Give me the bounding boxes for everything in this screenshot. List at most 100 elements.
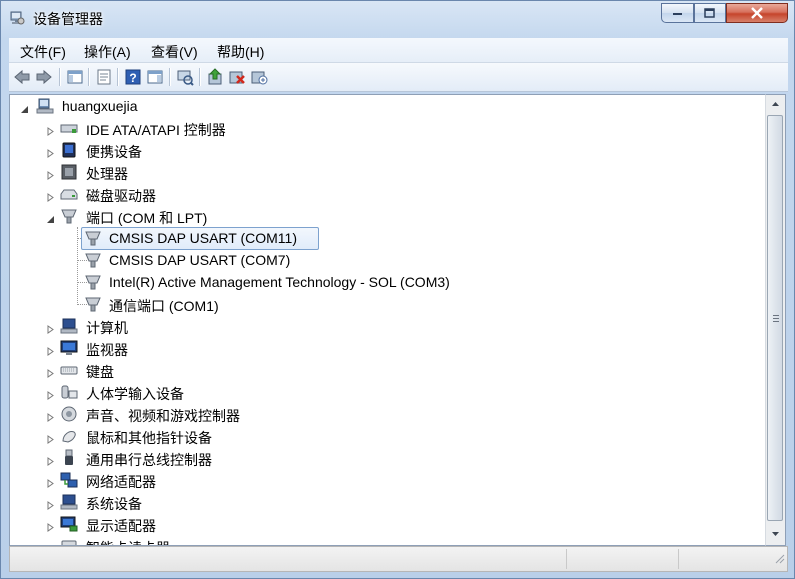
category-smartcard-readers[interactable]: 智能卡读卡器	[10, 535, 750, 545]
update-driver-icon[interactable]	[206, 68, 224, 86]
computer-icon	[60, 317, 78, 335]
expand-arrow-icon[interactable]	[46, 409, 55, 422]
category-system-devices[interactable]: 系统设备	[10, 491, 750, 513]
category-sound-video-game[interactable]: 声音、视频和游戏控制器	[10, 403, 750, 425]
scroll-up-icon	[772, 102, 779, 106]
minimize-icon	[672, 13, 682, 15]
expand-arrow-icon[interactable]	[46, 497, 55, 510]
menu-action[interactable]: 操作(A)	[82, 41, 133, 63]
hid-icon	[60, 383, 78, 401]
menu-bar: 文件(F) 操作(A) 查看(V) 帮助(H)	[9, 38, 788, 63]
close-icon	[751, 7, 763, 19]
menu-view[interactable]: 查看(V)	[149, 41, 200, 63]
close-button[interactable]	[726, 3, 788, 23]
back-arrow-icon[interactable]	[13, 68, 31, 86]
category-label: 计算机	[86, 320, 128, 336]
category-monitors[interactable]: 监视器	[10, 337, 750, 359]
category-label: 键盘	[86, 364, 114, 380]
port-device-icon	[84, 295, 102, 313]
menu-help[interactable]: 帮助(H)	[215, 41, 266, 63]
device-manager-icon	[9, 10, 25, 26]
device-intel-amt-sol-com3[interactable]: Intel(R) Active Management Technology - …	[10, 271, 750, 293]
smartcard-icon	[60, 537, 78, 545]
device-manager-window: 设备管理器 文件(F) 操作(A) 查看(V) 帮助(H) ? huangxue…	[0, 0, 795, 579]
category-keyboards[interactable]: 键盘	[10, 359, 750, 381]
minimize-button[interactable]	[661, 3, 694, 23]
expand-arrow-icon[interactable]	[46, 453, 55, 466]
expand-arrow-icon[interactable]	[46, 519, 55, 532]
uninstall-icon[interactable]	[228, 68, 246, 86]
category-label: 人体学输入设备	[86, 386, 184, 402]
category-label: 便携设备	[86, 144, 142, 160]
vertical-scrollbar[interactable]	[765, 94, 786, 546]
expand-arrow-icon[interactable]	[46, 365, 55, 378]
status-bar	[9, 546, 788, 572]
device-tree[interactable]: huangxuejia IDE ATA/ATAPI 控制器 便携设备 处理器 磁…	[9, 94, 766, 546]
properties-icon[interactable]	[95, 68, 113, 86]
category-processors[interactable]: 处理器	[10, 161, 750, 183]
category-disk-drives[interactable]: 磁盘驱动器	[10, 183, 750, 205]
device-cmsis-dap-com7[interactable]: CMSIS DAP USART (COM7)	[10, 249, 750, 271]
expand-arrow-icon[interactable]	[46, 343, 55, 356]
svg-text:?: ?	[129, 71, 136, 85]
category-mice-pointing[interactable]: 鼠标和其他指针设备	[10, 425, 750, 447]
usb-icon	[60, 449, 78, 467]
category-label: 网络适配器	[86, 474, 156, 490]
scroll-thumb[interactable]	[767, 115, 783, 521]
expand-arrow-icon[interactable]	[46, 167, 55, 180]
enable-device-icon[interactable]	[250, 68, 268, 86]
menu-file[interactable]: 文件(F)	[18, 41, 68, 63]
scroll-down-icon	[772, 532, 779, 536]
network-icon	[60, 471, 78, 489]
collapse-arrow-icon[interactable]	[46, 211, 55, 223]
device-cmsis-dap-com11[interactable]: CMSIS DAP USART (COM11)	[10, 227, 750, 249]
category-ide-ata-atapi[interactable]: IDE ATA/ATAPI 控制器	[10, 117, 750, 139]
resize-grip-icon[interactable]	[773, 551, 785, 569]
category-label: 通用串行总线控制器	[86, 452, 212, 468]
expand-arrow-icon[interactable]	[46, 475, 55, 488]
expand-arrow-icon[interactable]	[46, 189, 55, 202]
category-usb-controllers[interactable]: 通用串行总线控制器	[10, 447, 750, 469]
device-label: 通信端口 (COM1)	[109, 298, 219, 314]
category-label: 智能卡读卡器	[86, 538, 170, 545]
processor-icon	[60, 163, 78, 181]
category-portable-devices[interactable]: 便携设备	[10, 139, 750, 161]
category-display-adapters[interactable]: 显示适配器	[10, 513, 750, 535]
expand-arrow-icon[interactable]	[46, 431, 55, 444]
category-human-interface-devices[interactable]: 人体学输入设备	[10, 381, 750, 403]
computer-root-icon	[36, 97, 54, 115]
expand-arrow-icon[interactable]	[46, 145, 55, 158]
device-label: CMSIS DAP USART (COM11)	[109, 230, 298, 246]
show-hide-console-tree-icon[interactable]	[66, 68, 84, 86]
title-bar[interactable]: 设备管理器	[1, 1, 794, 35]
mouse-icon	[60, 427, 78, 445]
expand-arrow-icon[interactable]	[46, 321, 55, 334]
help-icon[interactable]: ?	[124, 68, 142, 86]
category-label: 显示适配器	[86, 518, 156, 534]
device-label: CMSIS DAP USART (COM7)	[109, 252, 291, 268]
port-device-icon	[84, 229, 102, 247]
monitor-icon	[60, 339, 78, 357]
forward-arrow-icon[interactable]	[35, 68, 53, 86]
device-comm-port-com1[interactable]: 通信端口 (COM1)	[10, 293, 750, 315]
category-label: IDE ATA/ATAPI 控制器	[86, 122, 226, 138]
sound-icon	[60, 405, 78, 423]
scroll-up-button[interactable]	[767, 96, 784, 113]
action-pane-icon[interactable]	[146, 68, 164, 86]
maximize-button[interactable]	[694, 3, 726, 23]
category-label: 监视器	[86, 342, 128, 358]
collapse-arrow-icon[interactable]	[20, 101, 29, 113]
ide-controller-icon	[60, 119, 78, 137]
port-device-icon	[84, 273, 102, 291]
category-label: 端口 (COM 和 LPT)	[86, 210, 208, 226]
category-label: 声音、视频和游戏控制器	[86, 408, 240, 424]
category-ports-com-lpt[interactable]: 端口 (COM 和 LPT)	[10, 205, 750, 227]
category-network-adapters[interactable]: 网络适配器	[10, 469, 750, 491]
expand-arrow-icon[interactable]	[46, 123, 55, 136]
scroll-down-button[interactable]	[767, 525, 784, 542]
expand-arrow-icon[interactable]	[46, 387, 55, 400]
disk-drive-icon	[60, 185, 78, 203]
scan-hardware-icon[interactable]	[176, 68, 194, 86]
category-computer[interactable]: 计算机	[10, 315, 750, 337]
tree-root[interactable]: huangxuejia	[10, 95, 750, 117]
